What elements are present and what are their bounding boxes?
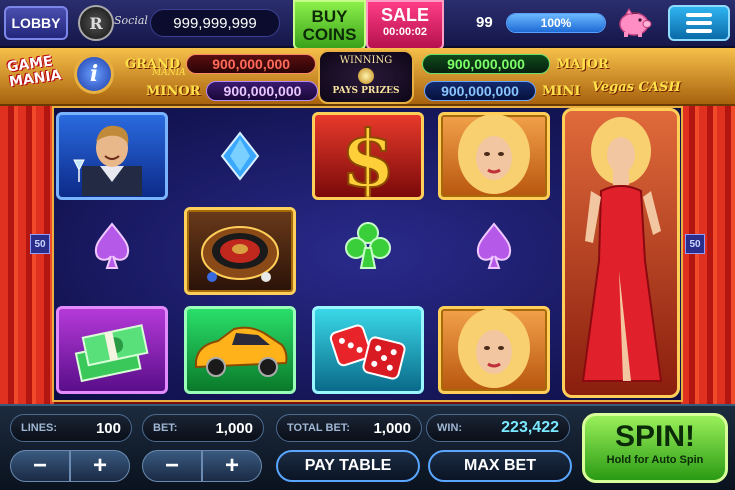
pays-prizes-label: PAYS PRIZES: [332, 86, 400, 96]
symbol-tile: [438, 306, 550, 394]
top-bar: LOBBY R Social 999,999,999 BUY COINS SAL…: [0, 0, 735, 50]
diamond-suit-icon: [220, 131, 260, 181]
vegas-cash-logo: Vegas CASH: [592, 80, 681, 95]
menu-icon-bar: [686, 21, 712, 25]
dollar-sign-icon: $: [340, 114, 396, 198]
man-portrait-icon: [73, 125, 142, 196]
jackpot-major: 900,000,000 MAJOR: [422, 53, 609, 75]
spade-suit-icon: [476, 222, 512, 269]
symbol-tile: [312, 306, 424, 394]
xp-progress-bar: 100%: [506, 13, 606, 33]
coin-icon: [358, 68, 374, 84]
symbol-tile: [438, 112, 550, 200]
auto-spin-hint: Hold for Auto Spin: [606, 454, 704, 466]
reel-symbol-man-with-martini: [54, 110, 170, 202]
blonde-woman-portrait-icon: [458, 309, 530, 388]
reel-symbol-blonde-woman: [436, 304, 552, 396]
total-bet-display: TOTAL BET: 1,000: [276, 414, 422, 442]
game-logo: GAME MANIA: [6, 53, 74, 104]
lines-label: LINES:: [21, 422, 58, 434]
info-button[interactable]: i: [74, 54, 114, 94]
club-suit-icon: [345, 222, 391, 269]
winning-pays-prizes-badge: WINNING PAYS PRIZES: [318, 50, 414, 104]
bet-value: 1,000: [215, 419, 253, 437]
win-value: 223,422: [501, 419, 559, 436]
reel-symbol-roulette-wheel: [182, 205, 298, 297]
sale-button[interactable]: SALE 00:00:02: [366, 0, 444, 50]
jackpot-major-value: 900,000,000: [422, 54, 550, 74]
winning-label: WINNING: [339, 55, 393, 66]
game-title: GAME MANIA: [6, 53, 63, 91]
win-label: WIN:: [437, 422, 463, 434]
bet-decrease-button[interactable]: −: [142, 450, 202, 482]
symbol-tile: [184, 207, 296, 295]
reel-symbol-diamond: [182, 110, 298, 202]
lines-value: 100: [95, 419, 121, 437]
jackpot-grand-sublabel: MANIA: [152, 68, 186, 78]
svg-text:$: $: [341, 114, 395, 198]
jackpot-mini: 900,000,000 MINI: [424, 80, 580, 102]
total-bet-value: 1,000: [373, 419, 411, 437]
dice-icon: [329, 324, 406, 380]
symbol-tile: [56, 112, 168, 200]
pay-table-button[interactable]: PAY TABLE: [276, 450, 420, 482]
menu-button[interactable]: [668, 5, 730, 41]
piggy-bank-icon[interactable]: [616, 8, 652, 38]
spin-label: SPIN!: [614, 420, 695, 453]
menu-icon-bar: [686, 13, 712, 17]
reel-symbol-club: [310, 200, 426, 292]
reel-symbol-spade: [54, 200, 170, 292]
spade-suit-icon: [94, 222, 130, 269]
payline-indicator-right[interactable]: 50: [685, 234, 705, 254]
avatar[interactable]: R: [78, 5, 114, 41]
reel-symbol-sports-car: [182, 304, 298, 396]
lobby-button[interactable]: LOBBY: [4, 6, 68, 40]
reel-symbol-gold-dollar: $: [310, 110, 426, 202]
social-label: Social: [114, 14, 148, 27]
sale-timer: 00:00:02: [382, 26, 428, 38]
symbol-tile: [56, 306, 168, 394]
menu-icon-bar: [686, 29, 712, 33]
jackpot-minor-label: MINOR: [146, 83, 201, 99]
woman-in-red-dress-icon: [581, 117, 663, 382]
bet-display: BET: 1,000: [142, 414, 264, 442]
lines-display: LINES: 100: [10, 414, 132, 442]
jackpot-minor: MINOR 900,000,000: [146, 80, 319, 102]
cash-stack-icon: [74, 324, 149, 383]
reel-symbol-blonde-woman: [436, 110, 552, 202]
lines-decrease-button[interactable]: −: [10, 450, 70, 482]
roulette-wheel-icon: [201, 226, 279, 282]
reel-symbol-spade: [436, 200, 552, 292]
reel-symbol-woman-in-red-dress: [562, 108, 680, 398]
lines-increase-button[interactable]: +: [70, 450, 130, 482]
buy-coins-button[interactable]: BUY COINS: [293, 0, 366, 50]
jackpot-minor-value: 900,000,000: [206, 81, 319, 101]
bet-increase-button[interactable]: +: [202, 450, 262, 482]
win-display: WIN: 223,422: [426, 414, 570, 442]
symbol-tile: [184, 306, 296, 394]
jackpot-major-label: MAJOR: [556, 56, 609, 72]
payline-indicator-left[interactable]: 50: [30, 234, 50, 254]
reel-symbol-cash-stack: [54, 304, 170, 396]
sports-car-icon: [195, 326, 288, 377]
jackpot-grand-value: 900,000,000: [186, 54, 317, 74]
symbol-tile: $: [312, 112, 424, 200]
sale-label: SALE: [380, 5, 429, 25]
player-level: 99: [476, 14, 493, 31]
jackpot-mini-label: MINI: [542, 83, 581, 99]
blonde-woman-portrait-icon: [458, 115, 530, 194]
reel-symbol-dice: [310, 304, 426, 396]
spin-button[interactable]: SPIN! Hold for Auto Spin: [582, 413, 728, 483]
bet-label: BET:: [153, 422, 178, 434]
jackpot-mini-value: 900,000,000: [424, 81, 536, 101]
xp-percent-label: 100%: [540, 16, 572, 30]
total-bet-label: TOTAL BET:: [287, 422, 350, 434]
coin-balance: 999,999,999: [150, 9, 280, 37]
max-bet-button[interactable]: MAX BET: [428, 450, 572, 482]
